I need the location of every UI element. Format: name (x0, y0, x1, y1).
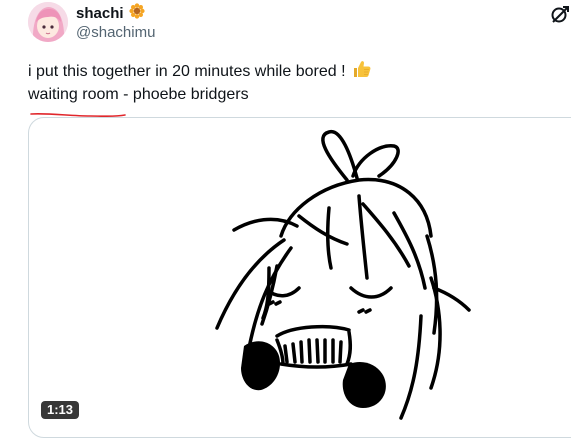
avatar[interactable] (28, 2, 68, 42)
sunflower-badge-icon (128, 2, 145, 24)
video-duration-badge: 1:13 (41, 401, 80, 419)
tweet-text: i put this together in 20 minutes while … (28, 60, 372, 106)
name-row: shachi (76, 2, 155, 24)
video-player[interactable]: 1:13 (28, 117, 571, 438)
tweet-text-line-1: i put this together in 20 minutes while … (28, 60, 372, 83)
tweet-text-line-2: waiting room - phoebe bridgers (28, 83, 372, 106)
tweet-card: shachi @shachimu i put this together in … (0, 0, 571, 439)
video-thumbnail-drawing (215, 130, 471, 420)
grok-icon[interactable] (549, 4, 571, 26)
thumbs-up-emoji (352, 59, 372, 85)
handle[interactable]: @shachimu (76, 24, 155, 41)
tweet-text-line-1-content: i put this together in 20 minutes while … (28, 63, 346, 80)
tweet-header: shachi @shachimu (76, 2, 155, 41)
tweet-text-line-2-content: waiting room - phoebe bridgers (28, 86, 249, 103)
display-name[interactable]: shachi (76, 5, 124, 22)
avatar-image (28, 2, 68, 42)
